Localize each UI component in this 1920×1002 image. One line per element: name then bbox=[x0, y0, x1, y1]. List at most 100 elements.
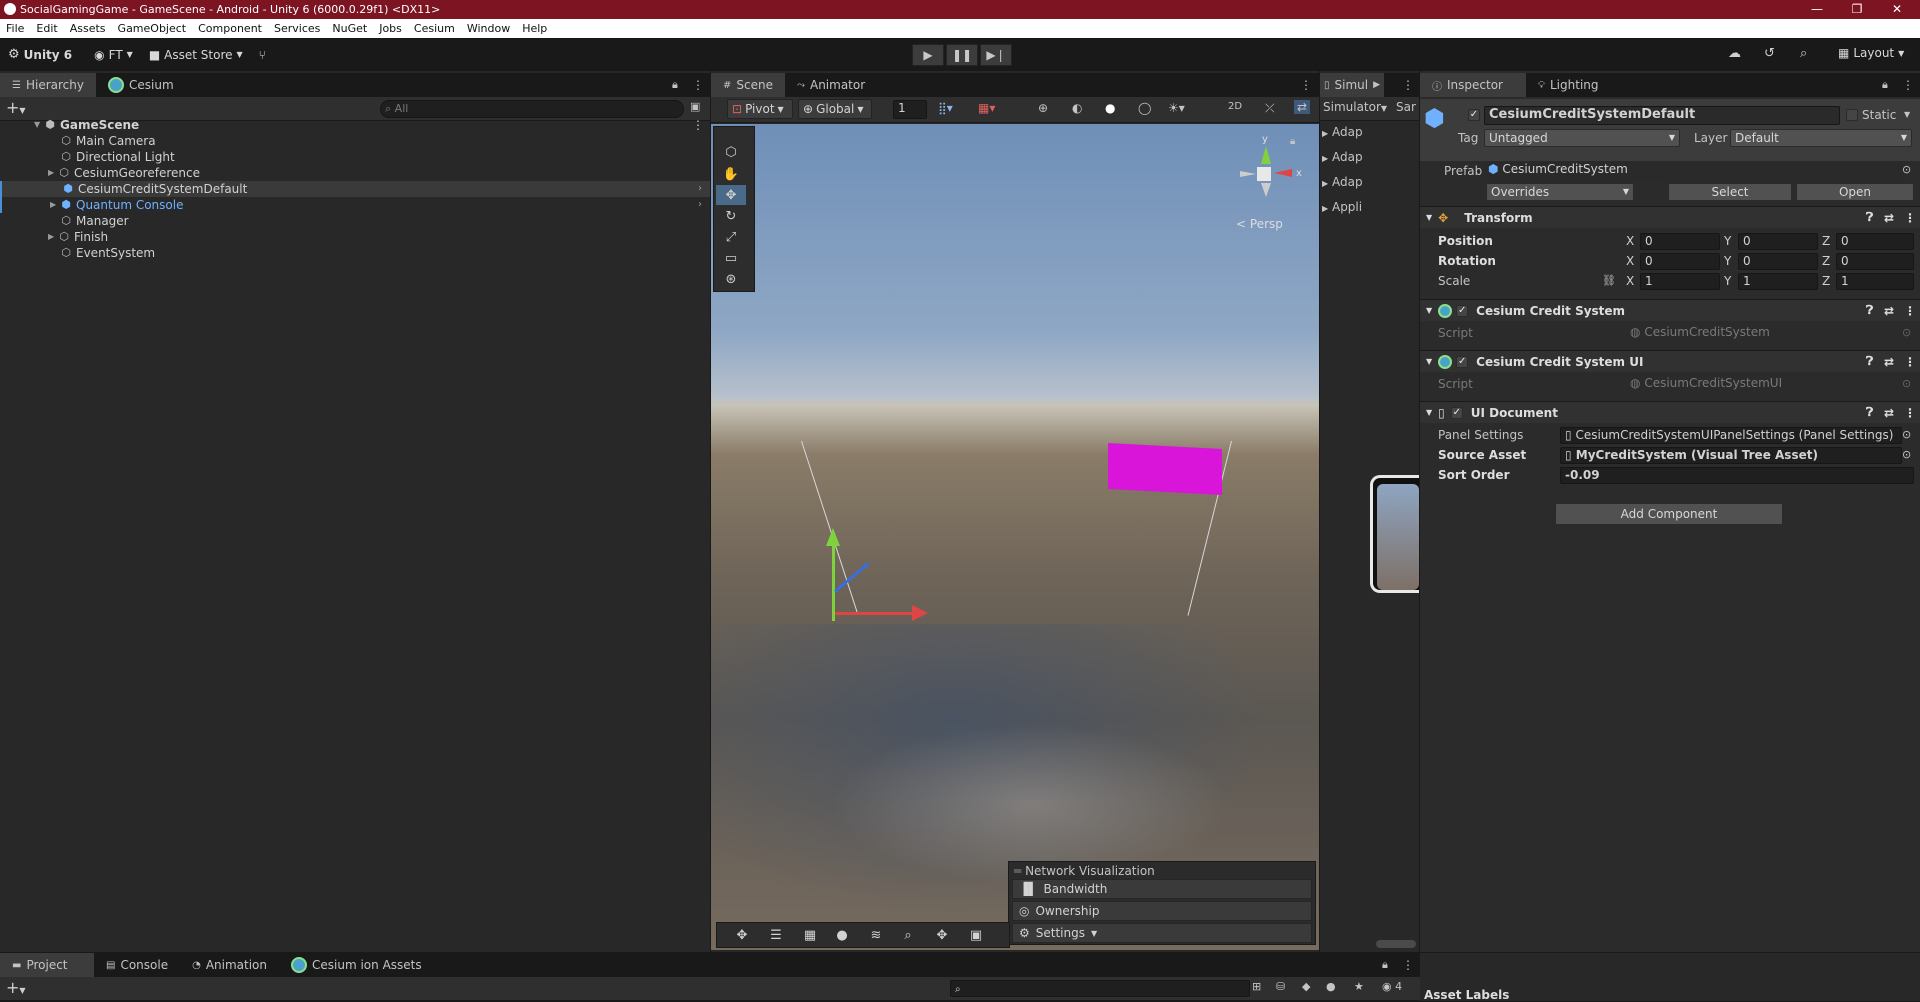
lock-icon[interactable]: 🔒︎ bbox=[1290, 136, 1295, 147]
shading-icon[interactable]: ◐ bbox=[1072, 101, 1082, 115]
tab-console[interactable]: ▤ Console bbox=[94, 953, 180, 977]
rect-tool-icon[interactable]: ▭ bbox=[716, 248, 746, 268]
label-icon[interactable]: ◆ bbox=[1302, 980, 1310, 993]
star-icon[interactable]: ★ bbox=[1354, 980, 1364, 993]
tab-hierarchy[interactable]: ☰ Hierarchy bbox=[0, 73, 96, 97]
component-enabled-checkbox[interactable]: ✓ bbox=[1456, 355, 1469, 368]
simulator-foldout[interactable]: ▶ Adap bbox=[1322, 150, 1363, 164]
ui-document-header[interactable]: ▼ ▯ ✓ UI Document ❓︎ ⇄ ⋮ bbox=[1420, 401, 1920, 423]
tab-animator[interactable]: ⤳ Animator bbox=[785, 73, 877, 97]
select-button[interactable]: Select bbox=[1668, 183, 1792, 201]
scale-tool-icon[interactable]: ⤢ bbox=[716, 227, 746, 247]
simulator-hscrollbar[interactable] bbox=[1376, 940, 1416, 948]
object-picker-icon[interactable]: ⊙ bbox=[1902, 448, 1911, 461]
gizmo-center-cube[interactable] bbox=[1257, 167, 1271, 181]
gizmo-x-cone[interactable] bbox=[1274, 169, 1292, 177]
transform-header[interactable]: ▼ ✥ Transform ❓︎ ⇄ ⋮ bbox=[1420, 206, 1920, 228]
hierarchy-item[interactable]: ▶ ⬡ CesiumGeoreference bbox=[0, 165, 710, 181]
foldout-arrow-icon[interactable]: ▼ bbox=[1426, 357, 1432, 366]
object-picker-icon[interactable]: ⊙ bbox=[1902, 163, 1911, 176]
more-menu-icon[interactable]: ⋮ bbox=[1904, 304, 1916, 318]
tab-scene[interactable]: # Scene bbox=[711, 73, 785, 97]
menu-edit[interactable]: Edit bbox=[30, 22, 63, 35]
expand-arrow-icon[interactable]: ▶ bbox=[48, 165, 58, 181]
tab-project[interactable]: ▬ Project bbox=[0, 953, 94, 977]
project-search-input[interactable]: ⌕ bbox=[950, 980, 1250, 997]
sliders-icon[interactable]: ☰ bbox=[762, 925, 790, 945]
layer-dropdown[interactable]: Default ▼ bbox=[1730, 129, 1912, 147]
open-button[interactable]: Open bbox=[1796, 183, 1914, 201]
lock-icon[interactable]: 🔒︎ bbox=[1882, 78, 1888, 92]
search-icon[interactable]: ⌕ bbox=[894, 925, 922, 945]
more-menu-icon[interactable]: ⋮ bbox=[1904, 211, 1916, 225]
hidden-packages-icon[interactable]: ◉ 4 bbox=[1382, 980, 1402, 993]
simulator-foldout[interactable]: ▶ Adap bbox=[1322, 175, 1363, 189]
add-component-button[interactable]: Add Component bbox=[1555, 503, 1783, 525]
component-enabled-checkbox[interactable]: ✓ bbox=[1450, 406, 1463, 419]
move-handle-y-cone[interactable] bbox=[826, 528, 840, 546]
account-dropdown[interactable]: ◉ FT ▼ bbox=[86, 48, 141, 62]
pivot-dropdown[interactable]: ⊡ Pivot ▼ bbox=[727, 99, 793, 119]
help-icon[interactable]: ❓︎ bbox=[1866, 210, 1873, 225]
gizmo-neg-x[interactable] bbox=[1240, 171, 1256, 177]
minimize-button[interactable]: — bbox=[1797, 0, 1837, 19]
scale-x-input[interactable]: 1 bbox=[1640, 273, 1720, 290]
unity-account-button[interactable]: ⚙ Unity 6 bbox=[0, 47, 80, 62]
info-icon[interactable]: ● bbox=[1326, 980, 1336, 993]
static-checkbox[interactable] bbox=[1846, 109, 1858, 121]
cesium-credit-system-ui-header[interactable]: ▼ ✓ Cesium Credit System UI ❓︎ ⇄ ⋮ bbox=[1420, 350, 1920, 372]
2d-toggle-icon[interactable]: 2D bbox=[1228, 101, 1242, 112]
hierarchy-item[interactable]: ⬡ Main Camera bbox=[0, 133, 710, 149]
component-enabled-checkbox[interactable]: ✓ bbox=[1456, 304, 1469, 317]
prefab-field[interactable]: ⬢ CesiumCreditSystem bbox=[1484, 162, 1902, 179]
menu-services[interactable]: Services bbox=[268, 22, 326, 35]
menu-nuget[interactable]: NuGet bbox=[326, 22, 373, 35]
hierarchy-item[interactable]: ▶ ⬢ Quantum Console › bbox=[0, 197, 710, 213]
view-tool-icon[interactable]: ⬡ bbox=[716, 142, 746, 162]
transform-tool-icon[interactable]: ⊛ bbox=[716, 269, 746, 289]
ownership-row[interactable]: ◎ Ownership bbox=[1012, 901, 1312, 921]
position-x-input[interactable]: 0 bbox=[1640, 233, 1720, 250]
search-icon[interactable]: ⌕ bbox=[1800, 46, 1807, 61]
preset-icon[interactable]: ⇄ bbox=[1884, 304, 1894, 318]
menu-help[interactable]: Help bbox=[516, 22, 553, 35]
add-object-button[interactable]: +▼ bbox=[6, 98, 26, 117]
help-icon[interactable]: ❓︎ bbox=[1866, 354, 1873, 369]
tab-lighting[interactable]: 💡︎ Lighting bbox=[1526, 73, 1611, 97]
move-tool-icon[interactable]: ✥ bbox=[728, 925, 756, 945]
tab-simulator[interactable]: ▯ Simul ▶ bbox=[1320, 73, 1385, 97]
help-icon[interactable]: ❓︎ bbox=[1866, 405, 1873, 420]
more-menu-icon[interactable]: ⋮ bbox=[1402, 958, 1414, 972]
move-tool-icon[interactable]: ✥ bbox=[716, 185, 746, 205]
menu-jobs[interactable]: Jobs bbox=[373, 22, 408, 35]
orientation-icon[interactable]: ⊕ bbox=[1038, 101, 1048, 115]
layers-icon[interactable]: ≋ bbox=[862, 925, 890, 945]
move-handle-y[interactable] bbox=[832, 535, 835, 621]
chat-icon[interactable]: ▣ bbox=[962, 925, 990, 945]
foldout-arrow-icon[interactable]: ▼ bbox=[1426, 213, 1432, 222]
position-z-input[interactable]: 0 bbox=[1836, 233, 1914, 250]
bandwidth-row[interactable]: ▐▌ Bandwidth bbox=[1012, 879, 1312, 899]
filter-icon[interactable]: ⛁ bbox=[1276, 980, 1285, 993]
rotate-tool-icon[interactable]: ↻ bbox=[716, 206, 746, 226]
more-menu-icon[interactable]: ⋮ bbox=[1300, 78, 1312, 92]
tab-inspector[interactable]: ⓘ Inspector bbox=[1420, 73, 1526, 97]
sort-order-input[interactable]: -0.09 bbox=[1560, 467, 1914, 484]
hierarchy-item[interactable]: ⬡ Directional Light bbox=[0, 149, 710, 165]
expand-arrow-icon[interactable]: ▶ bbox=[50, 197, 60, 213]
gizmos-icon[interactable]: ⇄ bbox=[1294, 100, 1311, 114]
hierarchy-scene-row[interactable]: ▼ ⬢ GameScene ⋮ bbox=[0, 117, 710, 133]
constrain-proportions-icon[interactable]: ⛓︎ bbox=[1602, 274, 1616, 287]
tab-cesium[interactable]: Cesium bbox=[96, 73, 186, 97]
foldout-arrow-icon[interactable]: ▼ bbox=[1426, 408, 1432, 417]
step-button[interactable]: ▶❘ bbox=[980, 44, 1012, 66]
gizmo-y-cone[interactable] bbox=[1261, 146, 1271, 164]
grid-icon[interactable]: ▦ bbox=[796, 925, 824, 945]
tag-dropdown[interactable]: Untagged ▼ bbox=[1484, 129, 1680, 147]
lock-icon[interactable]: 🔒︎ bbox=[672, 78, 678, 92]
scene-viewport[interactable] bbox=[711, 124, 1319, 950]
cloud-icon[interactable]: ☁ bbox=[1728, 46, 1741, 61]
rotation-x-input[interactable]: 0 bbox=[1640, 253, 1720, 270]
wireframe-icon[interactable]: ◯ bbox=[1138, 101, 1151, 115]
layout-dropdown[interactable]: ▦ Layout ▼ bbox=[1830, 46, 1912, 60]
